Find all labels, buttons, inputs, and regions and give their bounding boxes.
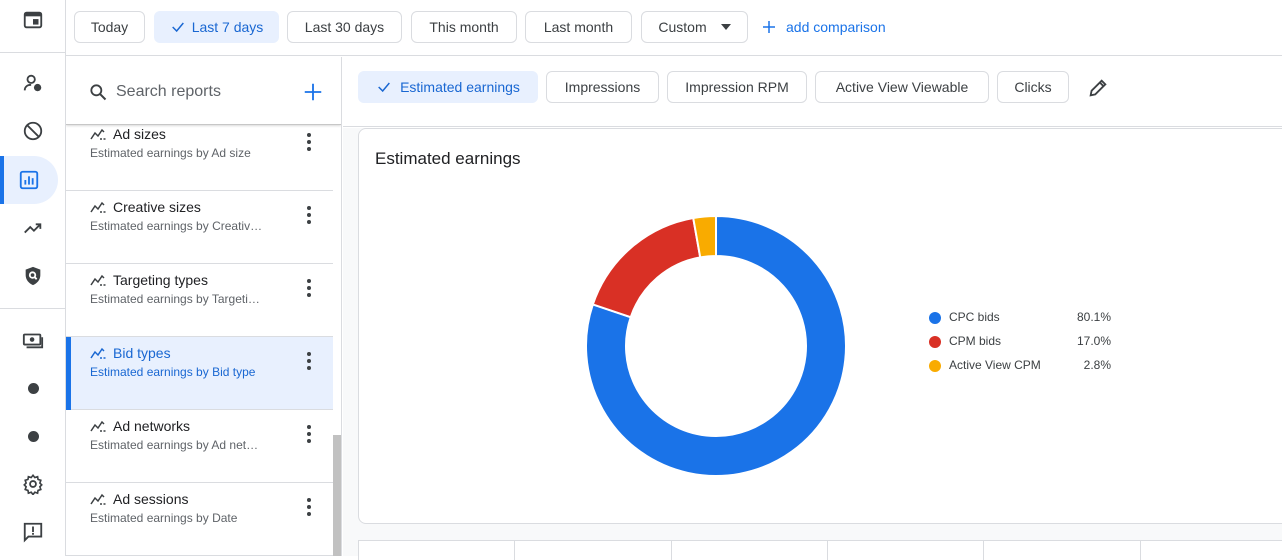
metric-tab-active-view-viewable[interactable]: Active View Viewable xyxy=(815,71,989,103)
payments-icon[interactable] xyxy=(0,316,66,364)
date-chip-last-7-days[interactable]: Last 7 days xyxy=(154,11,279,43)
check-icon xyxy=(376,79,392,95)
edit-metrics-icon[interactable] xyxy=(1087,77,1109,99)
metric-tab-estimated-earnings[interactable]: Estimated earnings xyxy=(358,71,538,103)
report-subtitle: Estimated earnings by Ad net… xyxy=(90,438,270,452)
legend-item[interactable]: CPC bids 80.1% xyxy=(929,307,1119,331)
search-reports: Search reports xyxy=(66,57,341,125)
legend-value: 17.0% xyxy=(1077,334,1111,348)
legend-label: Active View CPM xyxy=(949,358,1041,372)
chart-title: Estimated earnings xyxy=(375,149,521,169)
legend-item[interactable]: CPM bids 17.0% xyxy=(929,331,1119,355)
metric-tab-bar: Estimated earnings Impressions Impressio… xyxy=(343,57,1282,127)
legend-swatch xyxy=(929,336,941,348)
legend-label: CPC bids xyxy=(949,310,1000,324)
scrollbar[interactable] xyxy=(333,435,341,556)
date-chip-today[interactable]: Today xyxy=(74,11,145,43)
dot-icon[interactable] xyxy=(0,412,66,460)
rail-divider xyxy=(0,52,66,53)
donut-chart xyxy=(584,214,848,478)
metric-tab-clicks[interactable]: Clicks xyxy=(997,71,1069,103)
sparkline-icon xyxy=(90,346,108,360)
trend-icon[interactable] xyxy=(0,204,66,252)
block-icon[interactable] xyxy=(0,107,66,155)
legend-value: 2.8% xyxy=(1084,358,1111,372)
more-vert-icon[interactable] xyxy=(305,497,313,517)
sparkline-icon xyxy=(90,492,108,506)
search-input[interactable]: Search reports xyxy=(116,83,221,101)
date-filter-bar: Today Last 7 days Last 30 days This mont… xyxy=(66,0,1282,56)
report-subtitle: Estimated earnings by Bid type xyxy=(90,365,270,379)
more-vert-icon[interactable] xyxy=(305,132,313,152)
report-title: Creative sizes xyxy=(113,199,201,215)
date-chip-last-month[interactable]: Last month xyxy=(525,11,632,43)
report-subtitle: Estimated earnings by Creativ… xyxy=(90,219,270,233)
donut-slice-cpm-bids[interactable] xyxy=(593,218,700,317)
left-rail xyxy=(0,0,66,556)
more-vert-icon[interactable] xyxy=(305,205,313,225)
more-vert-icon[interactable] xyxy=(305,424,313,444)
reports-panel: Search reports Ad sizes Estimated earning… xyxy=(66,57,342,556)
sparkline-icon xyxy=(90,273,108,287)
plus-icon xyxy=(760,18,778,36)
report-title: Bid types xyxy=(113,345,171,361)
chart-legend: CPC bids 80.1% CPM bids 17.0% Active View CP… xyxy=(929,307,1119,379)
legend-label: CPM bids xyxy=(949,334,1001,348)
report-title: Ad networks xyxy=(113,418,190,434)
report-subtitle: Estimated earnings by Ad size xyxy=(90,146,270,160)
sparkline-icon xyxy=(90,127,108,141)
sparkline-icon xyxy=(90,200,108,214)
report-item-bid-types[interactable]: Bid types Estimated earnings by Bid type xyxy=(66,337,333,410)
date-chip-last-30-days[interactable]: Last 30 days xyxy=(287,11,402,43)
rail-divider xyxy=(0,308,66,309)
more-vert-icon[interactable] xyxy=(305,351,313,371)
metric-tab-impression-rpm[interactable]: Impression RPM xyxy=(667,71,807,103)
report-item-ad-networks[interactable]: Ad networks Estimated earnings by Ad net… xyxy=(66,410,333,483)
date-chip-this-month[interactable]: This month xyxy=(411,11,517,43)
metric-tab-impressions[interactable]: Impressions xyxy=(546,71,659,103)
report-subtitle: Estimated earnings by Targeti… xyxy=(90,292,270,306)
sparkline-icon xyxy=(90,419,108,433)
add-report-icon[interactable] xyxy=(302,81,324,103)
account-icon[interactable] xyxy=(0,59,66,107)
more-vert-icon[interactable] xyxy=(305,278,313,298)
report-item-targeting-types[interactable]: Targeting types Estimated earnings by Tar… xyxy=(66,264,333,337)
legend-swatch xyxy=(929,312,941,324)
report-item-creative-sizes[interactable]: Creative sizes Estimated earnings by Crea… xyxy=(66,191,333,264)
main-content: Estimated earnings CPC bids 80.1% CPM bids… xyxy=(343,128,1282,556)
report-item-ad-sizes[interactable]: Ad sizes Estimated earnings by Ad size xyxy=(66,118,333,191)
settings-icon[interactable] xyxy=(0,460,66,508)
feedback-icon[interactable] xyxy=(0,508,66,556)
legend-item[interactable]: Active View CPM 2.8% xyxy=(929,355,1119,379)
privacy-icon[interactable] xyxy=(0,252,66,300)
report-title: Ad sessions xyxy=(113,491,188,507)
search-icon[interactable] xyxy=(88,82,108,102)
report-title: Targeting types xyxy=(113,272,208,288)
reports-icon[interactable] xyxy=(0,156,58,204)
date-chip-custom[interactable]: Custom xyxy=(641,11,748,43)
check-icon xyxy=(170,19,186,35)
home-icon[interactable] xyxy=(0,0,66,44)
add-comparison-button[interactable]: add comparison xyxy=(760,11,886,43)
table-header-strip xyxy=(358,540,1282,560)
report-subtitle: Estimated earnings by Date xyxy=(90,511,270,525)
report-item-ad-sessions[interactable]: Ad sessions Estimated earnings by Date xyxy=(66,483,333,556)
legend-swatch xyxy=(929,360,941,372)
report-title: Ad sizes xyxy=(113,126,166,142)
dropdown-arrow-icon xyxy=(721,24,731,30)
legend-value: 80.1% xyxy=(1077,310,1111,324)
chart-card: Estimated earnings CPC bids 80.1% CPM bids… xyxy=(358,128,1282,524)
dot-icon[interactable] xyxy=(0,364,66,412)
